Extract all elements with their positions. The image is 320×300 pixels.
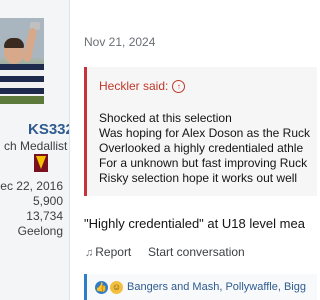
reaction-score: 13,734 bbox=[26, 209, 63, 223]
quote-line: Overlooked a highly credentialed athle bbox=[99, 141, 304, 155]
quote-line: Risky selection hope it works out well bbox=[99, 171, 298, 185]
start-conversation-button[interactable]: Start conversation bbox=[148, 245, 245, 259]
report-button[interactable]: ♫ Report bbox=[85, 245, 131, 259]
expand-quote-icon[interactable]: ↑ bbox=[172, 80, 186, 94]
joined-date: Dec 22, 2016 bbox=[0, 179, 63, 193]
location: Geelong bbox=[17, 224, 63, 238]
quote-block: Heckler said: ↑ Shocked at this selection… bbox=[84, 67, 317, 196]
username-link[interactable]: KS332 bbox=[28, 121, 69, 138]
message-count: 5,900 bbox=[32, 194, 63, 208]
reactions-list-link[interactable]: Bangers and Mash, Pollywaffle, Bigg bbox=[127, 281, 306, 293]
quote-author[interactable]: Heckler said: bbox=[99, 79, 168, 93]
user-sidebar: KS332 ch Medallist Dec 22, 2016 5,900 13… bbox=[0, 0, 70, 300]
avatar[interactable] bbox=[0, 18, 44, 104]
post-body-text: "Highly credentialed" at U18 level mea bbox=[84, 216, 305, 231]
quote-line: Shocked at this selection bbox=[99, 111, 232, 125]
reactions-bar[interactable]: 👍 ☺ Bangers and Mash, Pollywaffle, Bigg bbox=[84, 274, 317, 300]
quote-line: For a unknown but fast improving Ruck bbox=[99, 156, 308, 170]
team-banner-icon bbox=[34, 154, 48, 172]
like-icon: 👍 bbox=[95, 281, 108, 294]
laugh-icon: ☺ bbox=[110, 281, 123, 294]
quote-line: Was hoping for Alex Doson as the Ruck bbox=[99, 126, 310, 140]
report-label: Report bbox=[95, 245, 132, 259]
user-title: ch Medallist bbox=[4, 139, 68, 153]
post-date-link[interactable]: Nov 21, 2024 bbox=[84, 35, 155, 49]
bell-icon: ♫ bbox=[85, 247, 94, 259]
quote-author-link[interactable]: Heckler said: ↑ bbox=[99, 79, 186, 94]
